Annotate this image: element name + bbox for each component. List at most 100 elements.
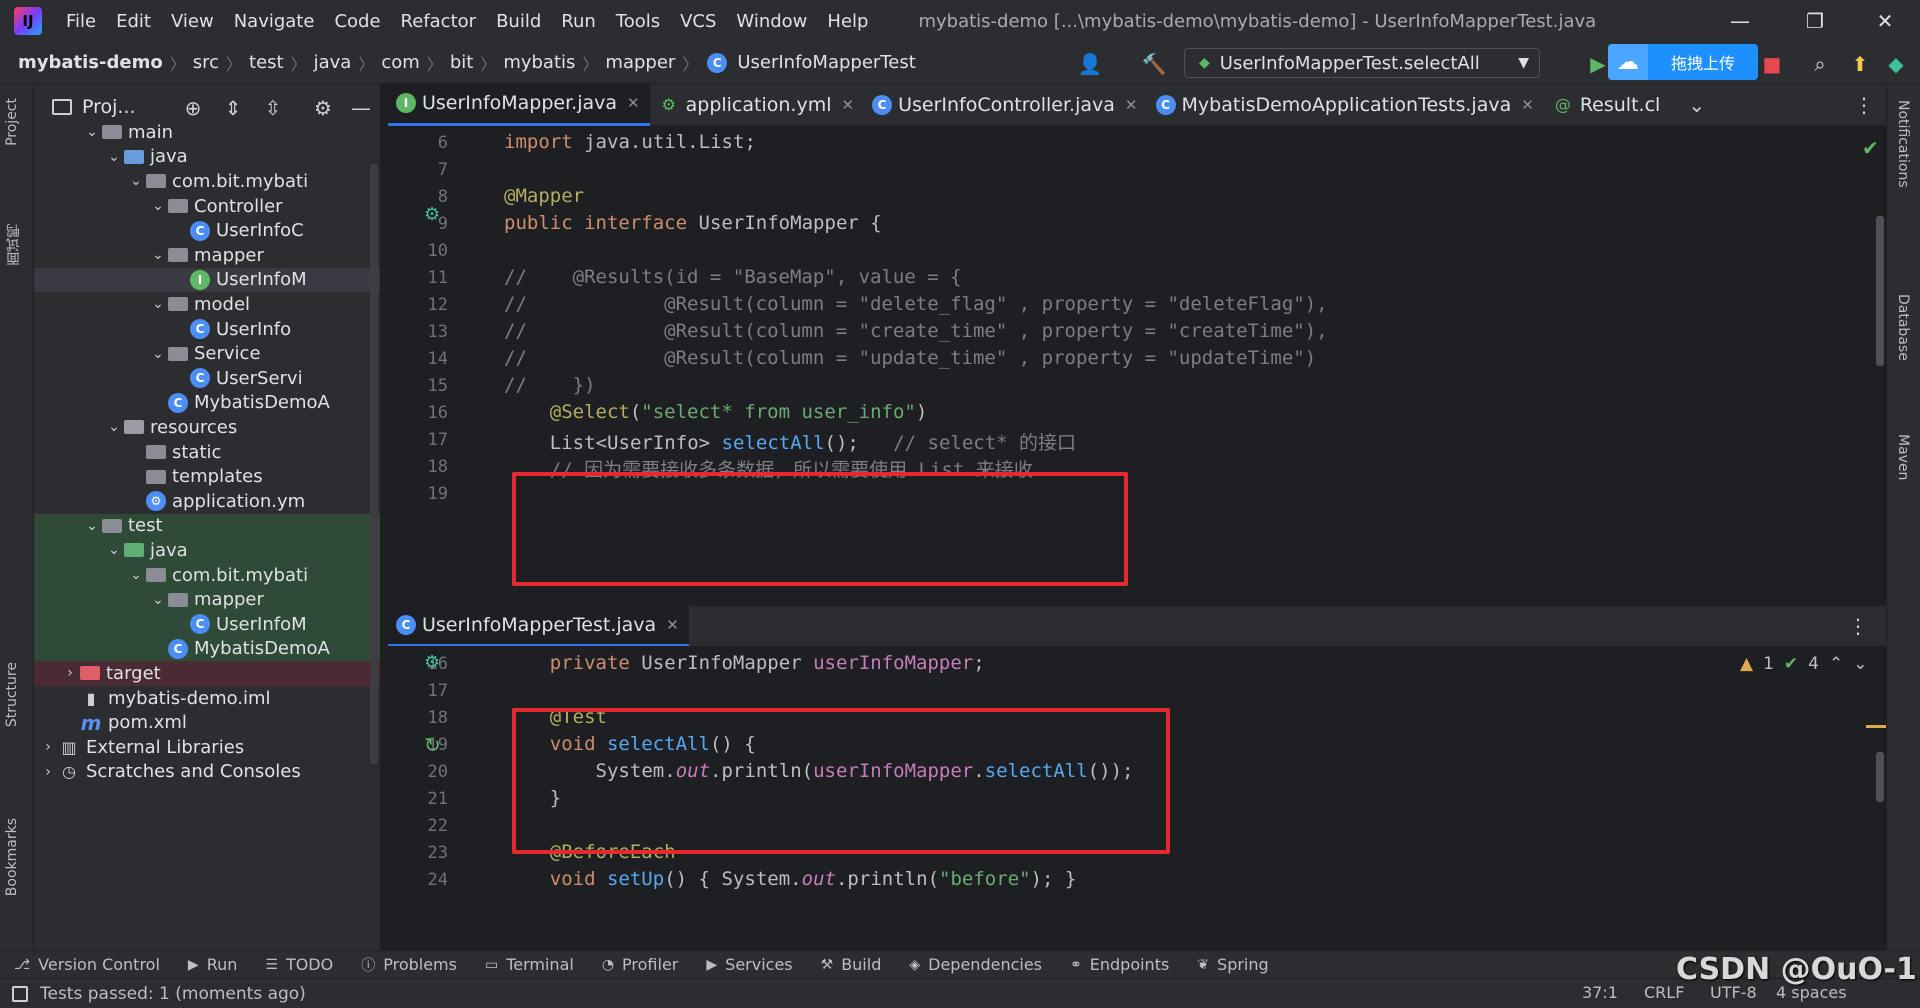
tool-terminal[interactable]: ▭ Terminal	[471, 955, 588, 974]
code-line[interactable]: // @Result(column = "update_time" , prop…	[504, 347, 1316, 369]
chevron-down-icon[interactable]: ⌄	[126, 567, 146, 583]
hide-panel-icon[interactable]: —	[348, 95, 374, 121]
code-line[interactable]: private UserInfoMapper userInfoMapper;	[504, 652, 985, 674]
menu-tools[interactable]: Tools	[606, 11, 670, 32]
gear-icon[interactable]: ⚙	[310, 95, 336, 121]
menu-view[interactable]: View	[161, 11, 224, 32]
chevron-right-icon[interactable]: ›	[60, 665, 80, 681]
baidu-upload-widget[interactable]: ☁ 拖拽上传	[1608, 44, 1758, 80]
project-title[interactable]: Proj...	[82, 96, 136, 118]
chevron-down-icon[interactable]: ⌄	[82, 124, 102, 140]
tree-file-row[interactable]: I UserInfoM	[34, 267, 380, 293]
tool-build[interactable]: ⚒ Build	[807, 955, 896, 974]
collapse-all-icon[interactable]: ⇳	[260, 95, 286, 121]
tool-spring[interactable]: ❦ Spring	[1183, 955, 1282, 974]
menu-help[interactable]: Help	[817, 11, 878, 32]
restore-button[interactable]: ❐	[1785, 0, 1845, 42]
chevron-right-icon[interactable]: ›	[38, 739, 58, 755]
database-tool-tab[interactable]: Database	[1895, 294, 1911, 361]
field-gutter-icon[interactable]: ⚙	[424, 652, 440, 673]
tree-file-row[interactable]: C UserInfoM	[34, 612, 380, 637]
tool-problems[interactable]: ⓘ Problems	[347, 955, 471, 975]
close-window-button[interactable]: ✕	[1855, 0, 1915, 42]
tree-folder-row[interactable]: ⌄ mapper	[34, 243, 380, 268]
tree-folder-row[interactable]: ⌄ com.bit.mybati	[34, 169, 380, 194]
close-tab-icon[interactable]: ✕	[1125, 96, 1138, 114]
tool-services[interactable]: ▶ Services	[692, 955, 806, 974]
chevron-down-icon[interactable]: ⌄	[126, 173, 146, 189]
menu-window[interactable]: Window	[726, 11, 817, 32]
tree-folder-row[interactable]: ⌄ Service	[34, 341, 380, 366]
menu-edit[interactable]: Edit	[106, 11, 161, 32]
breadcrumb-item[interactable]: com	[377, 52, 423, 73]
tree-folder-row[interactable]: ⌄ java	[34, 538, 380, 563]
minimize-button[interactable]: —	[1710, 0, 1770, 42]
tree-file-row[interactable]: C MybatisDemoA	[34, 636, 380, 662]
breadcrumb-item[interactable]: test	[245, 52, 288, 73]
tree-folder-row[interactable]: › target	[34, 661, 380, 686]
chevron-down-icon[interactable]: ⌄	[104, 419, 124, 435]
code-line[interactable]: // })	[504, 374, 596, 396]
tab-userinfomapper-java[interactable]: I UserInfoMapper.java ✕	[388, 83, 650, 126]
tree-folder-row[interactable]: ⌄ test	[34, 513, 380, 539]
code-line[interactable]: @Select("select* from user_info")	[504, 401, 928, 423]
build-hammer-icon[interactable]: 🔨	[1140, 50, 1168, 78]
code-line[interactable]: // @Results(id = "BaseMap", value = {	[504, 266, 962, 288]
tree-folder-row[interactable]: ⌄ resources	[34, 415, 380, 440]
run-configuration-selector[interactable]: ◆ UserInfoMapperTest.selectAll ▼	[1184, 48, 1540, 78]
menu-code[interactable]: Code	[324, 11, 390, 32]
code-line[interactable]: import java.util.List;	[504, 131, 756, 153]
tree-file-row[interactable]: ▮ mybatis-demo.iml	[34, 686, 380, 711]
breadcrumb-item[interactable]: mapper	[601, 52, 679, 73]
close-tab-icon[interactable]: ✕	[842, 96, 855, 114]
update-icon[interactable]: ⬆	[1846, 50, 1874, 78]
status-message[interactable]: Tests passed: 1 (moments ago)	[40, 984, 306, 1004]
code-line[interactable]: List<UserInfo> selectAll(); // select* 的…	[504, 428, 1076, 455]
code-line[interactable]: // @Result(column = "create_time" , prop…	[504, 320, 1328, 342]
tool-profiler[interactable]: ◔ Profiler	[588, 955, 693, 974]
menu-file[interactable]: File	[56, 11, 106, 32]
tree-folder-row[interactable]: ⌄ com.bit.mybati	[34, 562, 380, 588]
code-line[interactable]: @Mapper	[504, 185, 584, 207]
breadcrumb-item[interactable]: src	[189, 52, 223, 73]
code-line[interactable]: public interface UserInfoMapper {	[504, 212, 882, 234]
tree-folder-row[interactable]: ⌄ mapper	[34, 587, 380, 612]
breadcrumb-item[interactable]: mybatis	[499, 52, 579, 73]
tool-version-control[interactable]: ⎇ Version Control	[0, 955, 174, 974]
tree-folder-row[interactable]: static	[34, 440, 380, 465]
tree-folder-row[interactable]: ⌄ main	[34, 120, 380, 145]
close-tab-icon[interactable]: ✕	[627, 94, 640, 112]
tree-folder-row[interactable]: ⌄ java	[34, 145, 380, 170]
bookmarks-tool-tab[interactable]: Bookmarks	[4, 818, 20, 896]
close-tab-icon[interactable]: ✕	[1521, 96, 1534, 114]
notifications-tool-tab[interactable]: Notifications	[1895, 100, 1911, 188]
expand-all-icon[interactable]: ⇕	[220, 95, 246, 121]
interview-duck-tool-tab[interactable]: 面试鸭	[4, 224, 24, 266]
tree-file-row[interactable]: › ◷ Scratches and Consoles	[34, 760, 380, 785]
menu-build[interactable]: Build	[486, 11, 551, 32]
intellij-logo-icon[interactable]: IJ	[14, 7, 42, 35]
prev-highlight-icon[interactable]: ⌃	[1829, 654, 1843, 674]
chevron-down-icon[interactable]: ⌄	[148, 296, 168, 312]
caret-position[interactable]: 37:1	[1582, 983, 1618, 1002]
breadcrumb-item[interactable]: UserInfoMapperTest	[733, 52, 919, 73]
chevron-down-icon[interactable]: ⌄	[148, 592, 168, 608]
tool-endpoints[interactable]: ⚭ Endpoints	[1056, 955, 1183, 974]
breadcrumb-item[interactable]: java	[310, 52, 356, 73]
menu-refactor[interactable]: Refactor	[391, 11, 487, 32]
tab-mybatisdemoapplicationtests-java[interactable]: C MybatisDemoApplicationTests.java ✕	[1148, 84, 1544, 126]
chevron-down-icon[interactable]: ⌄	[148, 247, 168, 263]
tree-file-row[interactable]: m pom.xml	[34, 710, 380, 735]
project-scrollbar[interactable]	[370, 164, 378, 764]
tab-userinfocontroller-java[interactable]: C UserInfoController.java ✕	[864, 84, 1147, 126]
status-panel-icon[interactable]	[12, 985, 28, 1002]
more-options-icon[interactable]: ⋮	[1848, 614, 1868, 638]
editor-top-scrollbar[interactable]	[1876, 216, 1884, 366]
breadcrumb-item[interactable]: bit	[446, 52, 477, 73]
tree-file-row[interactable]: C UserInfo	[34, 317, 380, 342]
stop-icon[interactable]: ■	[1758, 50, 1786, 78]
tool-run[interactable]: ▶ Run	[174, 955, 251, 974]
chevron-down-icon[interactable]: ⌄	[82, 518, 102, 534]
tree-folder-row[interactable]: ⌄ Controller	[34, 194, 380, 219]
menu-navigate[interactable]: Navigate	[224, 11, 325, 32]
